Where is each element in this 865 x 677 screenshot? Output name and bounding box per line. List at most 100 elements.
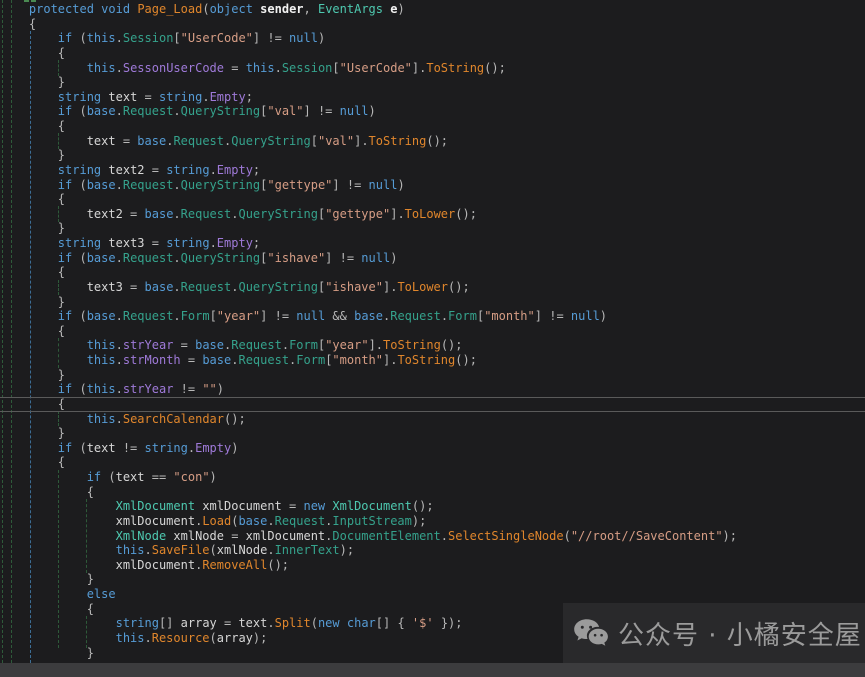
code-token: string [166,236,209,250]
code-token: ] != [260,309,296,323]
code-token: ( [72,382,86,396]
code-line-10[interactable]: text = base.Request.QueryString["val"].T… [0,134,737,149]
code-line-33[interactable]: if (text == "con") [0,470,737,485]
code-line-16[interactable]: } [0,221,737,236]
code-token: ] != [332,178,368,192]
code-line-34[interactable]: { [0,485,737,500]
code-token: ToLower [405,207,456,221]
code-token: "//root//SaveContent" [571,529,723,543]
code-token: base [145,207,174,221]
code-token: = [224,61,246,75]
code-line-21[interactable]: } [0,295,737,310]
code-line-3[interactable]: if (this.Session["UserCode"] != null) [0,31,737,46]
code-token: = [224,529,246,543]
code-token: xmlDocument [246,529,325,543]
code-token: ( [202,2,209,16]
code-token: Empty [195,441,231,455]
code-token: Empty [217,163,253,177]
code-token: "year" [217,309,260,323]
code-token: "month" [484,309,535,323]
code-token: (); [267,558,289,572]
code-line-23[interactable]: { [0,324,737,339]
code-token [0,178,58,192]
code-token: . [145,631,152,645]
code-line-37[interactable]: XmlNode xmlNode = xmlDocument.DocumentEl… [0,529,737,544]
code-token: (); [441,338,463,352]
code-token: ToLower [397,280,448,294]
code-token: . [267,514,274,528]
code-token: != [116,441,145,455]
code-token: . [210,163,217,177]
code-token: . [116,309,123,323]
code-token: = [116,134,138,148]
code-token: { [0,17,36,31]
code-token [0,163,58,177]
code-line-25[interactable]: this.strMonth = base.Request.Form["month… [0,353,737,368]
code-line-27[interactable]: if (this.strYear != "") [0,382,737,397]
code-token: . [116,61,123,75]
code-token [0,382,58,396]
code-editor[interactable]: protected void Page_Load(object sender, … [0,2,737,660]
code-line-32[interactable]: { [0,455,737,470]
code-line-2[interactable]: { [0,17,737,32]
code-token: if [58,441,72,455]
code-token: = [137,90,159,104]
code-token: Request [123,178,174,192]
code-line-8[interactable]: if (base.Request.QueryString["val"] != n… [0,104,737,119]
code-token [0,134,87,148]
code-token: . [202,90,209,104]
code-token: = [123,280,145,294]
code-line-1[interactable]: protected void Page_Load(object sender, … [0,2,737,17]
code-line-13[interactable]: if (base.Request.QueryString["gettype"] … [0,178,737,193]
code-line-9[interactable]: { [0,119,737,134]
code-line-6[interactable]: } [0,75,737,90]
code-token: ; [253,163,260,177]
code-token: Request [181,280,232,294]
code-line-35[interactable]: XmlDocument xmlDocument = new XmlDocumen… [0,499,737,514]
code-line-29[interactable]: this.SearchCalendar(); [0,412,737,427]
code-line-30[interactable]: } [0,426,737,441]
code-line-26[interactable]: } [0,368,737,383]
code-line-24[interactable]: this.strYear = base.Request.Form["year"]… [0,338,737,353]
code-line-18[interactable]: if (base.Request.QueryString["ishave"] !… [0,251,737,266]
code-line-19[interactable]: { [0,265,737,280]
code-line-36[interactable]: xmlDocument.Load(base.Request.InputStrea… [0,514,737,529]
code-line-22[interactable]: if (base.Request.Form["year"] != null &&… [0,309,737,324]
code-token: null [571,309,600,323]
code-token: text2 [87,207,123,221]
code-token: "" [202,382,216,396]
code-line-39[interactable]: xmlDocument.RemoveAll(); [0,558,737,573]
code-token: . [116,338,123,352]
code-line-12[interactable]: string text2 = string.Empty; [0,163,737,178]
code-token: null [289,31,318,45]
code-token: QueryString [238,280,317,294]
code-token: ); [723,529,737,543]
code-token: SelectSingleNode [448,529,564,543]
code-token: ]. [412,61,426,75]
code-token: sender [260,2,303,16]
code-line-28[interactable]: { [0,397,737,412]
code-line-31[interactable]: if (text != string.Empty) [0,441,737,456]
code-line-17[interactable]: string text3 = string.Empty; [0,236,737,251]
code-token: base [202,353,231,367]
code-line-40[interactable]: } [0,572,737,587]
code-line-15[interactable]: text2 = base.Request.QueryString["gettyp… [0,207,737,222]
code-token: if [58,382,72,396]
code-token [0,529,116,543]
code-token: "con" [173,470,209,484]
code-line-41[interactable]: else [0,587,737,602]
code-line-14[interactable]: { [0,192,737,207]
code-token: . [116,104,123,118]
code-line-7[interactable]: string text = string.Empty; [0,90,737,105]
code-line-5[interactable]: this.SessonUserCode = this.Session["User… [0,61,737,76]
code-token: } [0,75,65,89]
code-line-4[interactable]: { [0,46,737,61]
code-token: { [0,397,65,411]
code-line-38[interactable]: this.SaveFile(xmlNode.InnerText); [0,543,737,558]
code-token: new [303,499,325,513]
code-token: . [116,31,123,45]
code-line-11[interactable]: } [0,148,737,163]
code-line-20[interactable]: text3 = base.Request.QueryString["ishave… [0,280,737,295]
code-token: this [87,31,116,45]
code-token: text [238,616,267,630]
